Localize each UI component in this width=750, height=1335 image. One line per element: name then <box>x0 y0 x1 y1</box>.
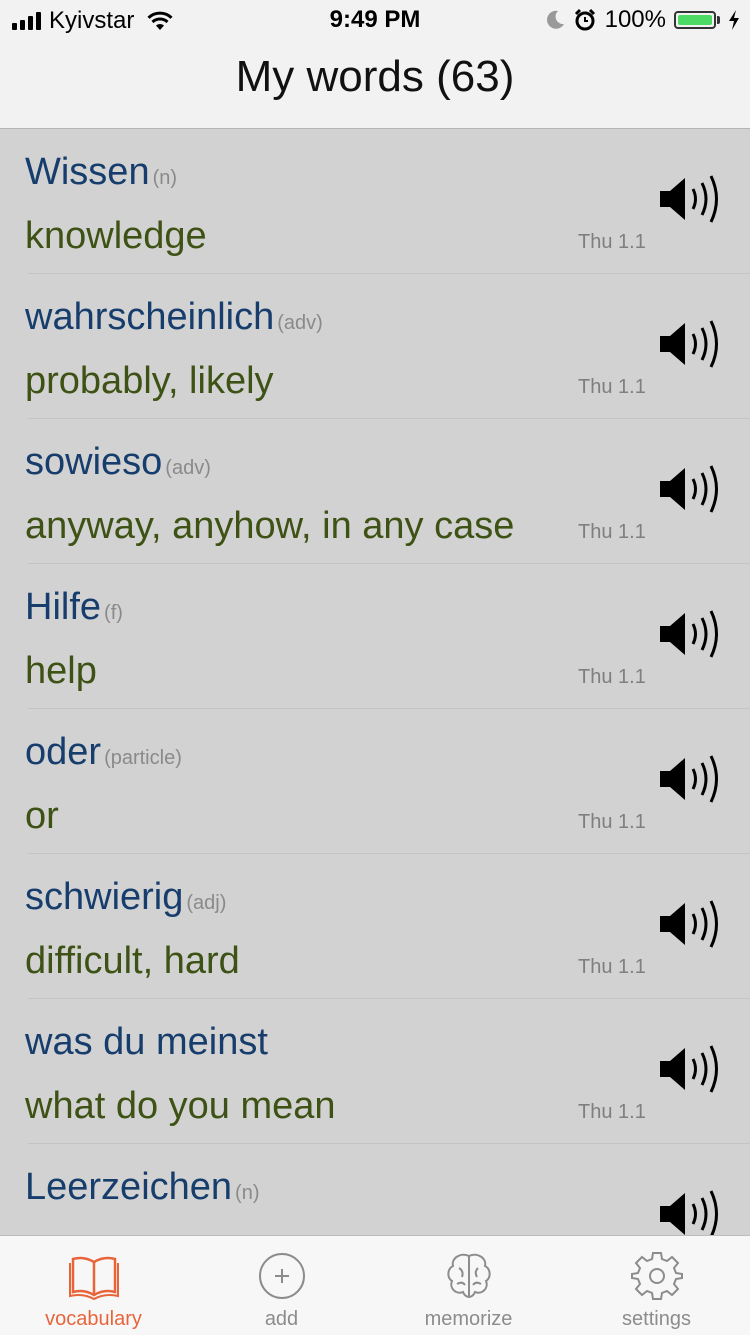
page-title: My words (63) <box>235 52 515 101</box>
plus-circle-icon <box>258 1253 305 1299</box>
word-text: Wissen <box>25 151 150 193</box>
word-text: sowieso <box>25 441 163 483</box>
tab-memorize[interactable]: memorize <box>375 1236 562 1335</box>
alarm-clock-icon <box>574 8 595 31</box>
part-of-speech: (f) <box>104 602 123 624</box>
word-text: Hilfe <box>25 586 102 628</box>
translation-text: anyway, anyhow, in any case <box>25 505 515 547</box>
date-label: Thu 1.1 <box>578 811 646 833</box>
speaker-icon[interactable] <box>658 1188 726 1235</box>
part-of-speech: (n) <box>152 167 178 189</box>
translation-text: probably, likely <box>25 360 274 402</box>
date-label: Thu 1.1 <box>578 1101 646 1123</box>
list-item[interactable]: Leerzeichen (n) <box>0 1144 750 1235</box>
date-label: Thu 1.1 <box>578 521 646 543</box>
translation-text: difficult, hard <box>25 940 240 982</box>
word-text: oder <box>25 731 102 773</box>
charging-bolt-icon <box>729 10 739 30</box>
word-text: was du meinst <box>25 1021 268 1063</box>
status-bar: Kyivstar 9:49 PM 100% <box>0 0 750 40</box>
gear-icon <box>630 1252 683 1300</box>
speaker-icon[interactable] <box>658 1043 726 1095</box>
part-of-speech: (adv) <box>165 457 211 479</box>
word-list[interactable]: Wissen (n) knowledge Thu 1.1 wahrscheinli… <box>0 129 750 1235</box>
speaker-icon[interactable] <box>658 463 726 515</box>
translation-text: knowledge <box>25 215 207 257</box>
brain-icon <box>446 1253 491 1299</box>
tab-vocabulary[interactable]: vocabulary <box>0 1236 187 1335</box>
date-label: Thu 1.1 <box>578 376 646 398</box>
date-label: Thu 1.1 <box>578 231 646 253</box>
navigation-bar: My words (63) <box>0 40 750 129</box>
moon-icon <box>546 10 564 29</box>
tab-label: add <box>264 1308 299 1330</box>
list-item[interactable]: oder (particle) or Thu 1.1 <box>0 709 750 854</box>
translation-text: or <box>25 795 59 837</box>
word-text: schwierig <box>25 876 184 918</box>
status-right: 100% <box>545 6 740 34</box>
speaker-icon[interactable] <box>658 173 726 225</box>
tab-settings[interactable]: settings <box>563 1236 750 1335</box>
tab-add[interactable]: add <box>188 1236 375 1335</box>
date-label: Thu 1.1 <box>578 956 646 978</box>
tab-label: memorize <box>424 1308 513 1330</box>
battery-percent: 100% <box>604 6 666 33</box>
list-item[interactable]: Wissen (n) knowledge Thu 1.1 <box>0 129 750 274</box>
speaker-icon[interactable] <box>658 318 726 370</box>
word-text: Leerzeichen <box>25 1166 233 1208</box>
battery-icon <box>674 11 720 29</box>
word-text: wahrscheinlich <box>25 296 275 338</box>
list-item[interactable]: Hilfe (f) help Thu 1.1 <box>0 564 750 709</box>
part-of-speech: (adv) <box>277 312 323 334</box>
book-icon <box>68 1256 119 1301</box>
tab-label: vocabulary <box>45 1308 142 1330</box>
speaker-icon[interactable] <box>658 898 726 950</box>
date-label: Thu 1.1 <box>578 666 646 688</box>
speaker-icon[interactable] <box>658 753 726 805</box>
tab-bar: vocabulary add memorize settings <box>0 1235 750 1335</box>
translation-text: what do you mean <box>25 1085 336 1127</box>
speaker-icon[interactable] <box>658 608 726 660</box>
list-item[interactable]: wahrscheinlich (adv) probably, likely Thu… <box>0 274 750 419</box>
translation-text: help <box>25 650 97 692</box>
part-of-speech: (adj) <box>186 892 227 914</box>
list-item[interactable]: sowieso (adv) anyway, anyhow, in any case… <box>0 419 750 564</box>
part-of-speech: (particle) <box>104 747 182 769</box>
list-item[interactable]: schwierig (adj) difficult, hard Thu 1.1 <box>0 854 750 999</box>
tab-label: settings <box>622 1308 691 1330</box>
list-item[interactable]: was du meinst what do you mean Thu 1.1 <box>0 999 750 1144</box>
part-of-speech: (n) <box>235 1182 260 1204</box>
